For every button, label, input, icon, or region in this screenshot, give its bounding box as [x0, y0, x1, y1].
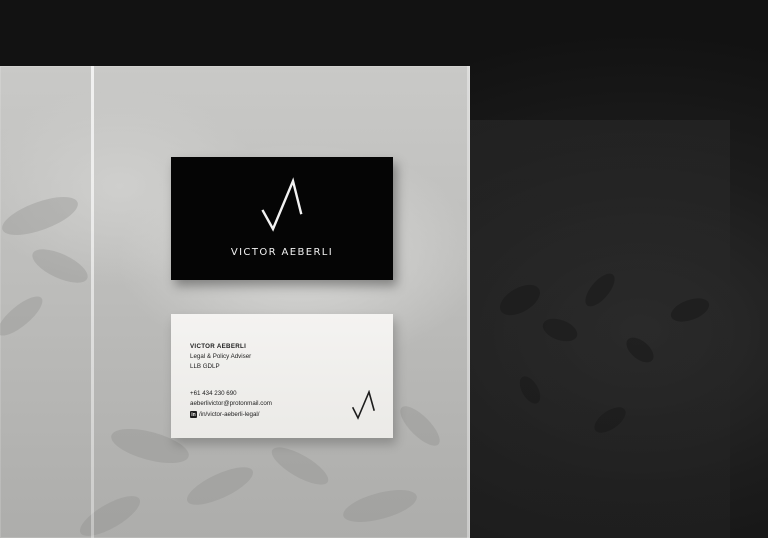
glass-panel-edge: [91, 66, 94, 538]
va-monogram-icon: [261, 177, 303, 232]
photo-scene: VICTOR AEBERLI VICTOR AEBERLI Legal & Po…: [0, 0, 768, 538]
linkedin-icon: in: [190, 411, 197, 418]
frosted-glass-panel: [0, 66, 470, 538]
card-back-name: VICTOR AEBERLI: [190, 343, 247, 350]
card-back-credentials: LLB GDLP: [190, 363, 220, 370]
card-back-linkedin-row: in /in/victor-aeberli-legal/: [190, 411, 260, 418]
card-back-phone: +61 434 230 690: [190, 390, 237, 397]
card-back-role: Legal & Policy Adviser: [190, 353, 252, 360]
business-card-front: VICTOR AEBERLI: [171, 157, 393, 280]
card-back-email: aeberlivictor@protonmail.com: [190, 400, 272, 407]
business-card-back: VICTOR AEBERLI Legal & Policy Adviser LL…: [171, 314, 393, 438]
card-back-linkedin: /in/victor-aeberli-legal/: [199, 411, 260, 418]
panel-leaf-shadows: [0, 197, 440, 536]
card-front-name: VICTOR AEBERLI: [230, 247, 334, 258]
va-monogram-small-icon: [351, 390, 375, 420]
glass-panel-right-edge: [467, 66, 470, 538]
